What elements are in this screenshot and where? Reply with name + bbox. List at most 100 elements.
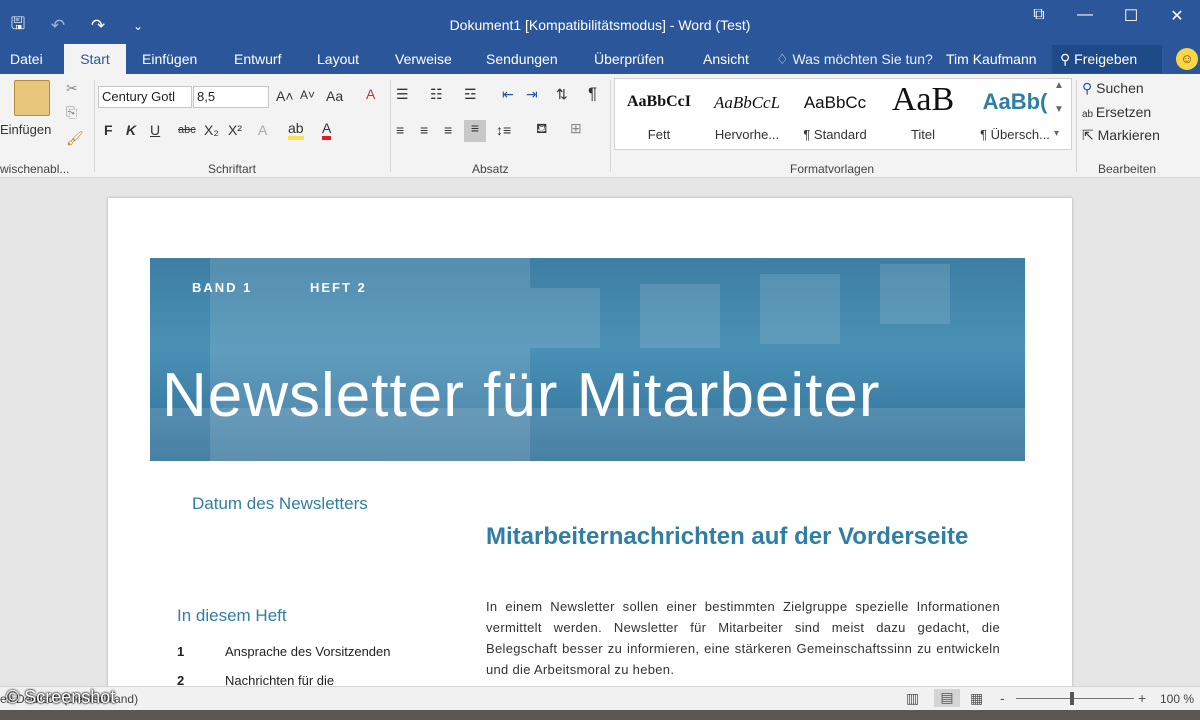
tab-verweise[interactable]: Verweise	[385, 44, 462, 74]
decrease-indent-icon[interactable]: ⇤	[502, 86, 514, 103]
replace-button[interactable]: ab Ersetzen	[1082, 104, 1151, 120]
screenshot-watermark: © Screenshot	[6, 687, 116, 707]
clear-formatting-icon[interactable]: A	[366, 86, 375, 102]
sort-icon[interactable]: ⇅	[556, 86, 568, 103]
font-size-combo[interactable]: 8,5	[193, 86, 269, 108]
paragraph-group-label: Absatz	[472, 162, 509, 176]
shrink-font-icon[interactable]: A˅	[300, 88, 315, 102]
align-right-icon[interactable]: ≡	[444, 122, 452, 138]
highlight-icon[interactable]: ab	[288, 120, 304, 140]
tab-ueberpruefen[interactable]: Überprüfen	[584, 44, 674, 74]
style-name: Hervorhe...	[714, 127, 780, 142]
tab-sendungen[interactable]: Sendungen	[476, 44, 568, 74]
format-painter-icon[interactable]: 🖌	[66, 130, 84, 147]
text-effects-icon[interactable]: A	[258, 122, 267, 138]
banner-decoration	[530, 288, 600, 348]
subscript-button[interactable]: X₂	[204, 122, 219, 138]
style-ueberschrift[interactable]: AaBb( ¶ Übersch...	[967, 79, 1063, 149]
bold-button[interactable]: F	[104, 122, 113, 138]
gallery-up-icon[interactable]: ▲	[1054, 80, 1064, 91]
style-preview: AaBbCcL	[713, 93, 781, 112]
style-hervorhebung[interactable]: AaBbCcL Hervorhe...	[703, 79, 791, 149]
numbering-icon[interactable]: ☷	[430, 86, 443, 103]
style-name: Titel	[910, 127, 936, 142]
banner-decoration	[880, 264, 950, 324]
paste-icon[interactable]	[14, 80, 50, 116]
tab-einfuegen[interactable]: Einfügen	[132, 44, 207, 74]
zoom-level[interactable]: 100 %	[1160, 692, 1194, 706]
grow-font-icon[interactable]: A˄	[276, 88, 294, 104]
close-button[interactable]: ✕	[1154, 6, 1200, 26]
zoom-slider[interactable]	[1016, 698, 1134, 699]
styles-gallery: AaBbCcI Fett AaBbCcL Hervorhe... AaBbCc …	[614, 78, 1072, 150]
copy-icon[interactable]: ⎘	[66, 104, 77, 121]
zoom-out-button[interactable]: -	[1000, 690, 1005, 706]
line-spacing-icon[interactable]: ↕≡	[496, 122, 511, 138]
newsletter-banner: BAND 1 HEFT 2 Newsletter für Mitarbeiter	[150, 258, 1025, 461]
align-left-icon[interactable]: ≡	[396, 122, 404, 138]
tab-start[interactable]: Start	[64, 44, 126, 74]
toc-number: 1	[177, 644, 185, 659]
shading-icon[interactable]: ⛾	[536, 120, 547, 139]
font-color-icon[interactable]: A	[322, 120, 332, 140]
align-center-icon[interactable]: ≡	[420, 122, 428, 138]
strikethrough-button[interactable]: abc	[178, 124, 196, 136]
tell-me-text: Was möchten Sie tun?	[792, 51, 933, 67]
paste-button[interactable]: Einfügen	[0, 122, 51, 137]
font-name-combo[interactable]: Century Gotl	[98, 86, 192, 108]
style-preview: AaB	[891, 81, 955, 118]
style-fett[interactable]: AaBbCcI Fett	[615, 79, 703, 149]
underline-button[interactable]: U	[150, 122, 160, 138]
tab-layout[interactable]: Layout	[307, 44, 369, 74]
style-name: ¶ Standard	[803, 127, 867, 142]
toc-text: Ansprache des Vorsitzenden	[225, 644, 391, 659]
maximize-button[interactable]: ☐	[1108, 6, 1154, 26]
superscript-button[interactable]: X²	[228, 122, 242, 138]
find-label: Suchen	[1096, 80, 1144, 96]
list-item: 1 Ansprache des Vorsitzenden	[177, 644, 437, 673]
multilevel-list-icon[interactable]: ☲	[464, 86, 477, 103]
zoom-slider-thumb[interactable]	[1070, 692, 1074, 705]
tab-ansicht[interactable]: Ansicht	[693, 44, 759, 74]
smiley-feedback-icon[interactable]: ☺	[1176, 48, 1198, 70]
separator	[94, 80, 95, 172]
band-label: BAND 1	[192, 280, 253, 295]
style-standard[interactable]: AaBbCc ¶ Standard	[791, 79, 879, 149]
cut-icon[interactable]: ✂	[66, 80, 78, 97]
print-layout-icon[interactable]: ▤	[934, 689, 960, 707]
web-layout-icon[interactable]: ▦	[970, 690, 983, 707]
change-case-button[interactable]: Aa	[326, 88, 343, 104]
borders-icon[interactable]: ⊞	[570, 120, 582, 137]
share-button[interactable]: ⚲ Freigeben	[1052, 45, 1162, 73]
clipboard-group-label: wischenabl...	[0, 162, 70, 176]
document-page[interactable]: BAND 1 HEFT 2 Newsletter für Mitarbeiter…	[108, 198, 1072, 698]
tab-datei[interactable]: Datei	[0, 44, 53, 74]
select-button[interactable]: ⇱ Markieren	[1082, 127, 1160, 144]
pilcrow-icon[interactable]: ¶	[588, 84, 597, 104]
gallery-more-icon[interactable]: ▾	[1054, 128, 1059, 139]
italic-button[interactable]: K	[126, 122, 136, 138]
cursor-icon: ⇱	[1082, 127, 1098, 143]
newsletter-date: Datum des Newsletters	[192, 494, 368, 513]
tab-entwurf[interactable]: Entwurf	[224, 44, 291, 74]
gallery-down-icon[interactable]: ▼	[1054, 104, 1064, 115]
document-area[interactable]: BAND 1 HEFT 2 Newsletter für Mitarbeiter…	[0, 178, 1200, 698]
search-icon: ⚲	[1082, 80, 1097, 96]
style-titel[interactable]: AaB Titel	[879, 79, 967, 149]
style-name: Fett	[647, 127, 671, 142]
select-label: Markieren	[1097, 127, 1160, 143]
read-mode-icon[interactable]: ▥	[906, 690, 919, 707]
bullets-icon[interactable]: ☰	[396, 86, 409, 103]
separator	[390, 80, 391, 172]
zoom-in-button[interactable]: +	[1138, 690, 1146, 706]
style-name: ¶ Übersch...	[980, 127, 1050, 142]
separator	[610, 80, 611, 172]
user-name[interactable]: Tim Kaufmann	[946, 44, 1037, 74]
ribbon-display-icon[interactable]: ⧉	[1016, 6, 1062, 26]
article-body: In einem Newsletter sollen einer bestimm…	[486, 599, 1000, 677]
justify-icon[interactable]: ≡	[464, 120, 486, 142]
increase-indent-icon[interactable]: ⇥	[526, 86, 538, 103]
find-button[interactable]: ⚲ Suchen	[1082, 80, 1144, 97]
tell-me-box[interactable]: ♢ Was möchten Sie tun?	[776, 44, 933, 74]
minimize-button[interactable]: —	[1062, 6, 1108, 26]
